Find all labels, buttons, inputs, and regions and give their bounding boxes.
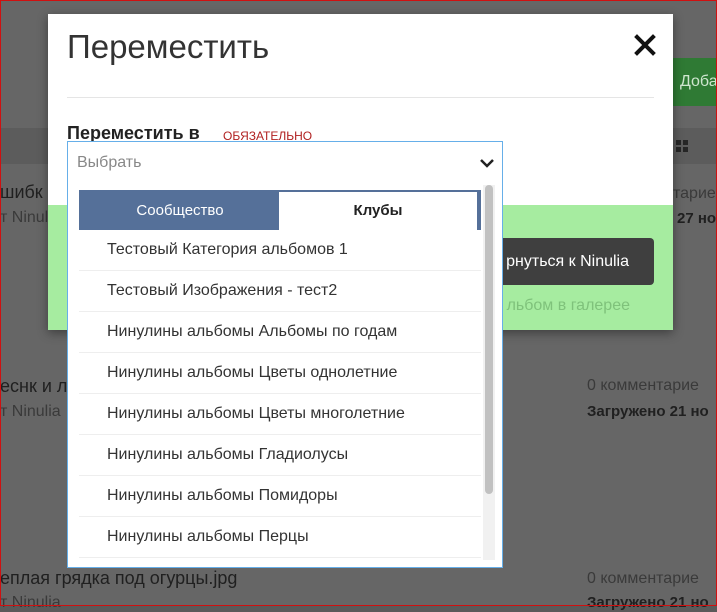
gallery-link-label: льбом в галерее [506, 297, 630, 314]
scrollbar-thumb[interactable] [485, 185, 493, 494]
dialog-divider [67, 97, 654, 98]
list-item[interactable]: Нинулины альбомы Помидоры [79, 476, 481, 517]
bg-row-comments: 0 комментарие [587, 377, 699, 394]
bg-row-author: т Ninulia [0, 403, 61, 420]
bg-row-uploaded: Загружено 21 но [587, 594, 709, 611]
bg-row-author: т Ninulia [0, 594, 61, 611]
tab-clubs[interactable]: Клубы [279, 192, 477, 230]
list-item[interactable]: Тестовый Изображения - тест2 [79, 271, 481, 312]
select-value: Выбрать [77, 154, 142, 171]
list-item[interactable]: Нинулины альбомы Цветы однолетние [79, 353, 481, 394]
return-button-label: рнуться к Ninulia [506, 253, 629, 270]
destination-select[interactable]: Выбрать [67, 141, 503, 183]
list-item[interactable]: Нинулины альбомы Цветы многолетние [79, 394, 481, 435]
list-item[interactable]: Нинулины альбомы Альбомы по годам [79, 312, 481, 353]
dropdown-scrollbar[interactable] [483, 185, 495, 560]
dropdown-tabs: Сообщество Клубы [79, 190, 481, 230]
bg-row-title[interactable]: еплая грядка под огурцы.jpg [0, 568, 237, 589]
close-icon[interactable] [630, 30, 660, 60]
bg-row-uploaded: Загружено 21 но [587, 403, 709, 420]
list-item[interactable]: Нинулины альбомы Гладиолусы [79, 435, 481, 476]
bg-row-author: т Ninul [0, 209, 49, 226]
bg-row-comments: 0 комментарие [587, 570, 699, 587]
list-item[interactable]: Тестовый Категория альбомов 1 [79, 230, 481, 271]
list-item[interactable]: Нинулины альбомы Перцы [79, 517, 481, 558]
bg-row-uploaded: 27 но [677, 210, 717, 227]
tab-community[interactable]: Сообщество [81, 192, 279, 230]
album-list: Тестовый Категория альбомов 1 Тестовый И… [79, 230, 481, 558]
bg-row-comments: тарие [673, 185, 716, 202]
chevron-down-icon [479, 156, 495, 168]
bg-row-title[interactable]: шибк [0, 182, 43, 203]
add-button[interactable]: Доба [670, 58, 717, 106]
destination-dropdown: Сообщество Клубы Тестовый Категория альб… [67, 183, 503, 568]
dropdown-content: Сообщество Клубы Тестовый Категория альб… [79, 190, 481, 560]
bg-row-title[interactable]: еснк и л [0, 376, 67, 397]
grid-view-icon[interactable] [676, 140, 688, 152]
dialog-title: Переместить [67, 28, 270, 65]
